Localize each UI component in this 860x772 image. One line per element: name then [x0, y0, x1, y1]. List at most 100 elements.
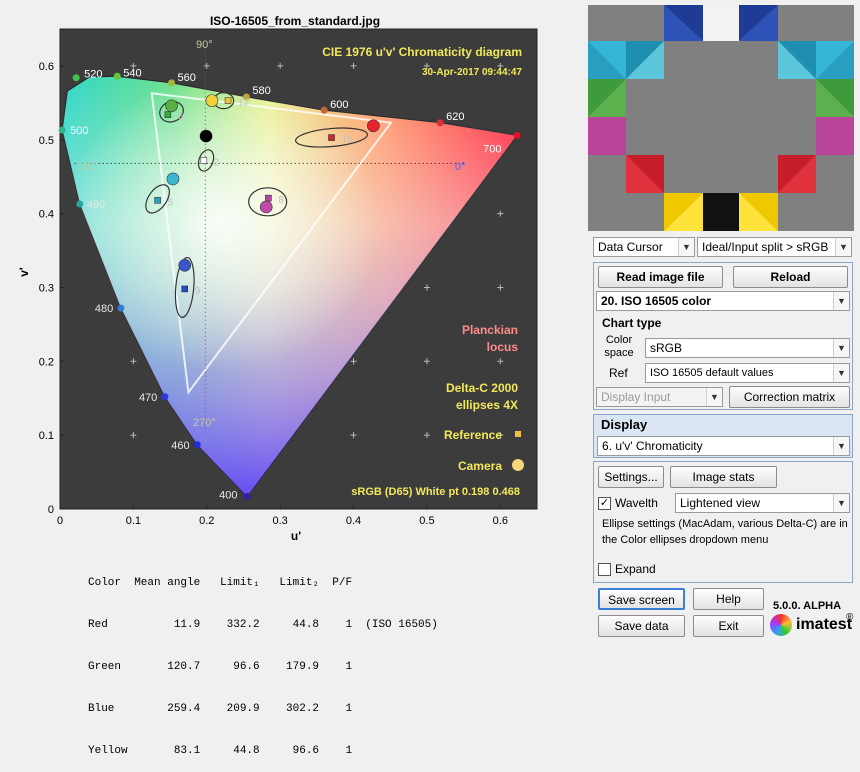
wavelength-dot	[193, 441, 201, 449]
stats-row-yellow: Yellow 83.1 44.8 96.6 1	[88, 745, 353, 757]
y-tick-label: 0.6	[39, 61, 54, 73]
color-space-select[interactable]: sRGB ▼	[645, 338, 850, 358]
expand-label: Expand	[615, 562, 656, 576]
reference-marker	[265, 194, 272, 202]
wavelength-label: 560	[178, 72, 196, 84]
delta-label-1: Delta-C 2000	[446, 381, 518, 395]
chevron-down-icon: ▼	[833, 292, 849, 310]
ellipse-note: Ellipse settings (MacAdam, various Delta…	[602, 518, 848, 546]
white-point-text: sRGB (D65) White pt 0.198 0.468	[351, 486, 520, 498]
display-header: Display	[601, 417, 648, 432]
chart-type-label: Chart type	[602, 316, 662, 330]
wavelength-label: 700	[483, 143, 501, 155]
chromaticity-chart[interactable]: 0 0.1 0.2 0.3 0.4 0.5 0.6 0 0.1 0.2 0.3 0.4 0.5 0.6 4…	[0, 0, 590, 545]
y-tick-label: 0.3	[39, 282, 54, 294]
save-data-button[interactable]: Save data	[598, 615, 685, 637]
x-tick-label: 0.2	[199, 515, 214, 527]
help-button[interactable]: Help	[693, 588, 764, 610]
chart-title: CIE 1976 u'v' Chromaticity diagram	[322, 45, 522, 59]
reference-marker	[154, 197, 161, 204]
wavelength-label: 500	[70, 125, 88, 137]
reference-label: 13	[342, 135, 354, 146]
x-tick-label: 0.4	[346, 515, 361, 527]
camera-legend-marker	[512, 459, 524, 471]
reference-marker	[328, 134, 335, 141]
ref-select[interactable]: ISO 16505 default values ▼	[645, 363, 850, 383]
chart-select[interactable]: 20. ISO 16505 color ▼	[596, 291, 850, 311]
x-tick-label: 0	[57, 515, 63, 527]
stats-row-blue: Blue 259.4 209.9 302.2 1	[88, 703, 353, 715]
wavelength-label: 600	[330, 99, 348, 111]
delta-label-2: ellipses 4X	[456, 398, 518, 412]
expand-checkbox[interactable]	[598, 563, 611, 576]
wavelength-label: 480	[95, 303, 113, 315]
reload-button[interactable]: Reload	[733, 266, 848, 288]
chevron-down-icon: ▼	[833, 339, 849, 357]
chevron-down-icon: ▼	[833, 494, 849, 512]
camera-marker	[165, 99, 178, 113]
wavelength-dot	[243, 492, 251, 500]
color-space-label: Color space	[604, 334, 634, 359]
x-axis-label: u'	[291, 529, 301, 543]
y-axis-label: v'	[17, 267, 31, 277]
display-input-select[interactable]: Display Input ▼	[596, 387, 723, 407]
reference-label: 5	[168, 197, 174, 208]
imatest-logo-icon	[770, 614, 792, 636]
correction-matrix-button[interactable]: Correction matrix	[729, 386, 850, 408]
y-tick-label: 0	[48, 504, 54, 516]
version-label: 5.0.0. ALPHA	[773, 600, 842, 612]
view-select[interactable]: Lightened view ▼	[675, 493, 850, 513]
read-image-button[interactable]: Read image file	[598, 266, 723, 288]
save-screen-button[interactable]: Save screen	[598, 588, 685, 610]
wavelth-checkbox[interactable]: ✓	[598, 497, 611, 510]
data-cursor-select[interactable]: Data Cursor ▼	[593, 237, 695, 257]
white-point-marker	[200, 130, 213, 143]
wavelength-label: 580	[252, 85, 270, 97]
wavelength-label: 470	[139, 392, 157, 404]
y-tick-label: 0.5	[39, 135, 54, 147]
chevron-down-icon: ▼	[833, 364, 849, 382]
reference-marker	[224, 97, 232, 104]
image-stats-button[interactable]: Image stats	[670, 466, 777, 488]
angle-180-label: 180°	[76, 161, 99, 173]
reference-label: 9	[195, 286, 201, 297]
wavelength-label: 520	[84, 69, 102, 81]
camera-marker	[367, 119, 380, 133]
camera-marker	[178, 259, 192, 272]
planckian-label-2: locus	[487, 340, 519, 354]
reference-label: 8	[278, 195, 284, 206]
stats-table: Color Mean angle Limit₁ Limit₂ P/F Red 1…	[88, 548, 438, 772]
wavelength-dot	[117, 304, 125, 312]
chevron-down-icon: ▼	[706, 388, 722, 406]
stats-header: Color Mean angle Limit₁ Limit₂ P/F	[88, 577, 353, 589]
y-tick-label: 0.4	[39, 209, 54, 221]
settings-button[interactable]: Settings...	[598, 466, 664, 488]
wavelength-dot	[72, 74, 80, 82]
camera-marker	[259, 200, 273, 214]
wavelength-label: 460	[171, 440, 189, 452]
chart-thumbnail[interactable]	[588, 5, 854, 231]
planckian-label-1: Planckian	[462, 323, 518, 337]
display-select[interactable]: 6. u'v' Chromaticity ▼	[597, 436, 850, 456]
chevron-down-icon: ▼	[678, 238, 694, 256]
wavelength-dot	[113, 72, 121, 80]
stats-row-red: Red 11.9 332.2 44.8 1 (ISO 16505)	[88, 619, 438, 631]
camera-marker	[166, 172, 180, 186]
exit-button[interactable]: Exit	[693, 615, 764, 637]
reference-label: 6	[178, 112, 184, 123]
chevron-down-icon: ▼	[835, 238, 851, 256]
display-value: 6. u'v' Chromaticity	[602, 439, 703, 453]
wavelength-label: 490	[87, 199, 105, 211]
x-tick-label: 0.1	[126, 515, 141, 527]
split-select[interactable]: Ideal/Input split > sRGB ▼	[697, 237, 852, 257]
wavelength-dot	[58, 126, 66, 134]
camera-marker	[205, 94, 219, 107]
wavelength-dot	[161, 393, 169, 401]
color-space-value: sRGB	[650, 341, 683, 355]
ref-label: Ref	[609, 366, 628, 380]
reference-marker	[181, 285, 189, 293]
angle-0-label: 0°	[455, 161, 466, 173]
reference-label: 2	[214, 157, 220, 168]
display-input-value: Display Input	[601, 390, 671, 404]
registered-icon: ®	[846, 612, 854, 623]
